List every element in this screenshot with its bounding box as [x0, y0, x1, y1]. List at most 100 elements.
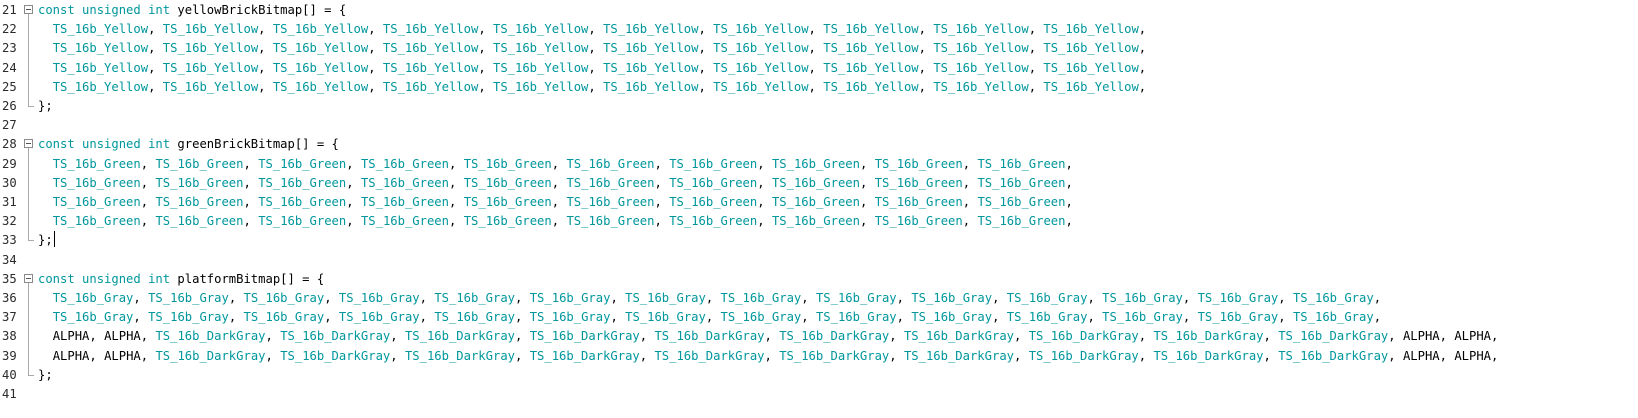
code-line[interactable]: 38 ALPHA, ALPHA, TS_16b_DarkGray, TS_16b…	[0, 326, 1638, 346]
code-line[interactable]: 40};	[0, 365, 1638, 385]
line-number: 40	[2, 367, 17, 382]
code-token: TS_16b_DarkGray	[1028, 348, 1139, 363]
code-token: TS_16b_Gray	[1292, 291, 1374, 305]
code-line[interactable]: 27	[0, 115, 1638, 135]
fold-guide-line	[28, 148, 29, 241]
code-line[interactable]: 39 ALPHA, ALPHA, TS_16b_DarkGray, TS_16b…	[0, 346, 1638, 366]
code-token: ,	[992, 310, 1007, 325]
code-token: TS_16b_Gray	[1102, 310, 1183, 325]
code-token: ,	[808, 79, 824, 94]
code-token: ,	[860, 156, 875, 171]
code-token: int	[148, 137, 171, 152]
code-text: const unsigned int greenBrickBitmap[] = …	[38, 134, 339, 154]
code-line[interactable]: 22 TS_16b_Yellow, TS_16b_Yellow, TS_16b_…	[0, 19, 1638, 39]
code-token: ,	[962, 195, 978, 209]
code-token: TS_16b_Yellow	[933, 60, 1029, 75]
code-line[interactable]: 23 TS_16b_Yellow, TS_16b_Yellow, TS_16b_…	[0, 38, 1638, 58]
code-line[interactable]: 32 TS_16b_Green, TS_16b_Green, TS_16b_Gr…	[0, 211, 1638, 231]
code-token: ,	[148, 60, 163, 75]
line-number: 32	[2, 214, 17, 229]
code-token: yellowBrickBitmap[] = {	[170, 3, 347, 17]
code-token: ,	[705, 291, 721, 305]
line-number: 35	[2, 271, 17, 286]
code-token: ,	[962, 156, 978, 171]
code-token: TS_16b_Yellow	[272, 79, 369, 94]
code-token: TS_16b_DarkGray	[155, 329, 266, 344]
code-token: ,	[478, 22, 493, 37]
code-token: TS_16b_Green	[771, 156, 860, 171]
code-line[interactable]: 31 TS_16b_Green, TS_16b_Green, TS_16b_Gr…	[0, 192, 1638, 212]
code-editor[interactable]: 21 const unsigned int yellowBrickBitmap[]…	[0, 0, 1638, 418]
code-token: ,	[140, 214, 156, 229]
code-token: ,	[1278, 291, 1293, 305]
code-token: TS_16b_DarkGray	[280, 329, 391, 344]
code-token: TS_16b_DarkGray	[903, 348, 1014, 363]
code-token: TS_16b_Gray	[243, 310, 325, 325]
code-line[interactable]: 35 const unsigned int platformBitmap[] = …	[0, 269, 1638, 289]
code-line[interactable]: 37 TS_16b_Gray, TS_16b_Gray, TS_16b_Gray…	[0, 307, 1638, 327]
code-token: ,	[1373, 291, 1382, 305]
code-token: ,	[698, 22, 714, 37]
code-line[interactable]: 36 TS_16b_Gray, TS_16b_Gray, TS_16b_Gray…	[0, 288, 1638, 308]
code-token: ,	[1028, 79, 1044, 94]
code-token: TS_16b_Gray	[52, 291, 134, 305]
code-token: ,	[478, 41, 493, 56]
code-token: ,	[140, 156, 156, 171]
code-token: greenBrickBitmap[] = {	[170, 137, 339, 152]
code-token: TS_16b_Yellow	[933, 79, 1029, 94]
code-token: ,	[610, 291, 626, 305]
code-text: TS_16b_Yellow, TS_16b_Yellow, TS_16b_Yel…	[38, 77, 1146, 97]
code-token: ,	[346, 195, 361, 209]
collapse-minus-icon[interactable]	[24, 273, 33, 283]
code-token: ,	[1278, 310, 1293, 325]
code-token: ,	[551, 195, 567, 209]
code-line[interactable]: 25 TS_16b_Yellow, TS_16b_Yellow, TS_16b_…	[0, 77, 1638, 97]
code-token: unsigned	[82, 137, 141, 152]
code-line[interactable]: 33};	[0, 230, 1638, 250]
code-token: TS_16b_DarkGray	[903, 329, 1014, 344]
code-line[interactable]: 30 TS_16b_Green, TS_16b_Green, TS_16b_Gr…	[0, 173, 1638, 193]
code-text: const unsigned int yellowBrickBitmap[] =…	[38, 0, 346, 20]
code-token: TS_16b_Yellow	[713, 60, 809, 75]
code-token: TS_16b_Green	[771, 175, 860, 190]
collapse-minus-icon[interactable]	[24, 5, 33, 14]
code-line[interactable]: 29 TS_16b_Green, TS_16b_Green, TS_16b_Gr…	[0, 154, 1638, 174]
code-token: TS_16b_Yellow	[933, 41, 1029, 56]
code-token: TS_16b_Green	[771, 214, 860, 229]
code-token: TS_16b_DarkGray	[529, 329, 640, 344]
code-token: TS_16b_Green	[874, 175, 963, 190]
code-token: ,	[1087, 310, 1103, 325]
code-token: ,	[265, 329, 281, 344]
code-text: };	[38, 230, 55, 250]
code-line[interactable]: 24 TS_16b_Yellow, TS_16b_Yellow, TS_16b_…	[0, 58, 1638, 78]
code-line[interactable]: 26};	[0, 96, 1638, 116]
code-token: ,	[1388, 329, 1403, 344]
code-text: TS_16b_Green, TS_16b_Green, TS_16b_Green…	[38, 154, 1073, 174]
code-token: };	[38, 367, 53, 382]
code-token: TS_16b_Yellow	[1043, 79, 1139, 94]
code-token: ,	[1439, 329, 1455, 344]
code-line[interactable]: 34	[0, 250, 1638, 270]
code-token: TS_16b_Green	[258, 175, 347, 190]
code-token: ,	[1065, 156, 1073, 171]
code-line[interactable]: 41	[0, 384, 1638, 404]
collapse-minus-icon[interactable]	[24, 139, 33, 149]
code-line[interactable]: 21 const unsigned int yellowBrickBitmap[]…	[0, 0, 1638, 20]
code-token: TS_16b_Yellow	[1043, 60, 1139, 75]
code-token: ,	[324, 310, 339, 325]
code-token: TS_16b_Gray	[1197, 310, 1279, 325]
code-token: TS_16b_Green	[977, 156, 1066, 171]
code-token: ,	[243, 156, 259, 171]
code-token: TS_16b_Green	[258, 156, 347, 171]
code-token: ,	[1263, 348, 1279, 363]
code-text: TS_16b_Yellow, TS_16b_Yellow, TS_16b_Yel…	[38, 38, 1146, 58]
code-token: TS_16b_Gray	[1006, 291, 1088, 305]
code-token: ,	[588, 41, 604, 56]
code-line[interactable]: 28 const unsigned int greenBrickBitmap[] …	[0, 134, 1638, 154]
line-number: 22	[2, 22, 17, 37]
